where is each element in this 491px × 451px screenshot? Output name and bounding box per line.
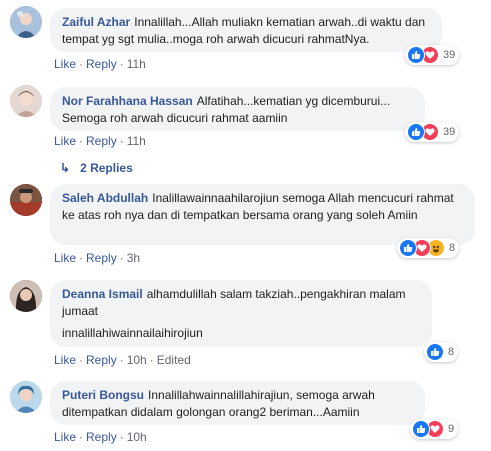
- like-reaction-icon: [412, 420, 430, 438]
- reaction-summary[interactable]: 9: [410, 419, 459, 439]
- avatar[interactable]: [10, 280, 42, 312]
- comment-author[interactable]: Puteri Bongsu: [62, 388, 144, 402]
- reply-arrow-icon: ↳: [60, 161, 71, 175]
- reply-link[interactable]: Reply: [86, 134, 117, 148]
- reaction-count: 39: [443, 126, 456, 138]
- avatar[interactable]: [10, 85, 42, 117]
- like-link[interactable]: Like: [54, 353, 76, 367]
- reaction-summary[interactable]: 39: [405, 122, 460, 142]
- like-link[interactable]: Like: [54, 57, 76, 71]
- reaction-count: 9: [448, 423, 455, 435]
- view-replies-link[interactable]: ↳ 2 Replies: [60, 160, 133, 176]
- reaction-summary[interactable]: 39: [405, 45, 460, 65]
- like-reaction-icon: [407, 46, 425, 64]
- reaction-count: 8: [449, 242, 456, 254]
- comment-bubble: Deanna Ismail alhamdulillah salam takziah…: [50, 280, 432, 347]
- reaction-count: 39: [443, 49, 456, 61]
- timestamp[interactable]: 11h: [127, 134, 146, 148]
- reply-link[interactable]: Reply: [86, 430, 117, 444]
- avatar[interactable]: [10, 381, 42, 413]
- reaction-count: 8: [448, 346, 455, 358]
- reaction-summary[interactable]: 8: [424, 342, 459, 362]
- timestamp[interactable]: 3h: [127, 251, 140, 265]
- timestamp[interactable]: 10h: [127, 430, 147, 444]
- like-link[interactable]: Like: [54, 430, 76, 444]
- timestamp[interactable]: 10h: [127, 353, 147, 367]
- comment-actions: Like · Reply · 10h · Edited: [54, 353, 191, 367]
- comment-actions: Like · Reply · 10h: [54, 430, 147, 444]
- reaction-summary[interactable]: 8: [397, 238, 460, 258]
- like-reaction-icon: [407, 123, 425, 141]
- comment-author[interactable]: Nor Farahhana Hassan: [62, 94, 193, 108]
- comment-text-line-2: innalillahiwainnailaihirojiun: [62, 326, 203, 340]
- comment-bubble: Zaiful Azhar Innalillah...Allah muliakn k…: [50, 8, 442, 52]
- avatar[interactable]: [10, 184, 42, 216]
- reply-link[interactable]: Reply: [86, 57, 117, 71]
- comment-actions: Like · Reply · 3h: [54, 251, 141, 265]
- reply-link[interactable]: Reply: [86, 251, 117, 265]
- comment-bubble: Saleh Abdullah Inalillawainnaahilarojiun …: [50, 184, 475, 245]
- like-reaction-icon: [399, 239, 417, 257]
- like-reaction-icon: [426, 343, 444, 361]
- reply-link[interactable]: Reply: [86, 353, 117, 367]
- comment-author[interactable]: Saleh Abdullah: [62, 191, 148, 205]
- comment-author[interactable]: Zaiful Azhar: [62, 15, 130, 29]
- comment-actions: Like · Reply · 11h: [54, 134, 146, 148]
- replies-label: 2 Replies: [80, 161, 133, 175]
- comment-bubble: Puteri Bongsu Innalillahwainnalillahiraji…: [50, 381, 425, 425]
- timestamp[interactable]: 11h: [127, 57, 146, 71]
- avatar[interactable]: [10, 6, 42, 38]
- comment-actions: Like · Reply · 11h: [54, 57, 146, 71]
- edited-label[interactable]: Edited: [157, 353, 191, 367]
- comment-author[interactable]: Deanna Ismail: [62, 287, 143, 301]
- like-link[interactable]: Like: [54, 134, 76, 148]
- comment-bubble: Nor Farahhana Hassan Alfatihah...kematian…: [50, 87, 425, 131]
- like-link[interactable]: Like: [54, 251, 76, 265]
